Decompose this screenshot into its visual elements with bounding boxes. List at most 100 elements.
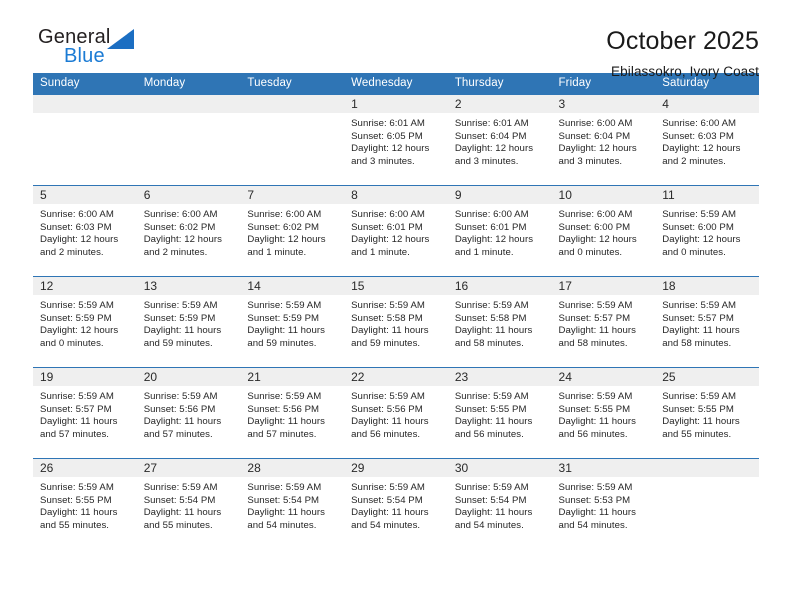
- sunrise-text: Sunrise: 6:00 AM: [247, 209, 322, 220]
- day-number: 3: [551, 95, 656, 113]
- daylight-text: Daylight: 12 hours and 2 minutes.: [40, 234, 119, 258]
- calendar-day-cell[interactable]: 8 Sunrise: 6:00 AM Sunset: 6:01 PM Daylight…: [344, 185, 448, 277]
- sunrise-text: Sunrise: 6:00 AM: [143, 209, 218, 220]
- daylight-text: Daylight: 11 hours and 59 minutes.: [351, 325, 429, 349]
- day-number: 23: [447, 368, 552, 386]
- day-details: Sunrise: 6:00 AM Sunset: 6:00 PM Daylight:…: [552, 204, 656, 259]
- sunset-text: Sunset: 5:59 PM: [40, 312, 112, 324]
- sunset-text: Sunset: 5:58 PM: [454, 312, 527, 324]
- calendar-day-cell[interactable]: 20 Sunrise: 5:59 AM Sunset: 5:56 PM Dayligh…: [136, 367, 241, 459]
- daylight-text: Daylight: 12 hours and 1 minute.: [351, 234, 430, 258]
- calendar-day-cell[interactable]: 14 Sunrise: 5:59 AM Sunset: 5:59 PM Dayligh…: [240, 276, 345, 368]
- calendar-week-row: 19 Sunrise: 5:59 AM Sunset: 5:57 PM Dayligh…: [33, 367, 759, 459]
- sunrise-text: Sunrise: 5:59 AM: [351, 300, 425, 311]
- calendar-day-cell[interactable]: 7 Sunrise: 6:00 AM Sunset: 6:02 PM Daylight…: [240, 185, 345, 277]
- calendar-day-cell[interactable]: 31 Sunrise: 5:59 AM Sunset: 5:53 PM Dayligh…: [551, 458, 656, 549]
- day-number: 1: [344, 95, 448, 113]
- calendar-day-cell[interactable]: 12 Sunrise: 5:59 AM Sunset: 5:59 PM Dayligh…: [33, 276, 137, 368]
- sunrise-text: Sunrise: 6:00 AM: [351, 209, 425, 220]
- calendar-day-cell[interactable]: 18 Sunrise: 5:59 AM Sunset: 5:57 PM Dayligh…: [655, 276, 759, 368]
- sunset-text: Sunset: 6:01 PM: [454, 221, 527, 233]
- calendar-day-cell[interactable]: 15 Sunrise: 5:59 AM Sunset: 5:58 PM Dayligh…: [344, 276, 448, 368]
- daylight-text: Daylight: 11 hours and 56 minutes.: [351, 416, 429, 440]
- calendar-day-cell[interactable]: 28 Sunrise: 5:59 AM Sunset: 5:54 PM Dayligh…: [240, 458, 345, 549]
- day-number: 11: [655, 186, 759, 204]
- day-details: Sunrise: 5:59 AM Sunset: 5:55 PM Daylight:…: [33, 477, 137, 532]
- calendar-day-cell[interactable]: 30 Sunrise: 5:59 AM Sunset: 5:54 PM Dayligh…: [447, 458, 552, 549]
- page-header: General Blue October 2025 Ebilassokro, I…: [33, 0, 759, 79]
- sunset-text: Sunset: 6:05 PM: [351, 130, 423, 142]
- calendar-day-cell[interactable]: 24 Sunrise: 5:59 AM Sunset: 5:55 PM Dayligh…: [551, 367, 656, 459]
- daylight-text: Daylight: 11 hours and 58 minutes.: [662, 325, 740, 349]
- calendar-day-cell[interactable]: 10 Sunrise: 6:00 AM Sunset: 6:00 PM Dayligh…: [551, 185, 656, 277]
- calendar-cell-empty: [136, 94, 241, 186]
- calendar-day-cell[interactable]: 6 Sunrise: 6:00 AM Sunset: 6:02 PM Daylight…: [136, 185, 241, 277]
- sunrise-text: Sunrise: 5:59 AM: [351, 482, 425, 493]
- day-details: Sunrise: 5:59 AM Sunset: 5:55 PM Daylight:…: [448, 386, 552, 441]
- general-blue-logo[interactable]: General Blue: [33, 26, 153, 72]
- calendar-day-cell[interactable]: 22 Sunrise: 5:59 AM Sunset: 5:56 PM Dayligh…: [344, 367, 448, 459]
- day-details: Sunrise: 5:59 AM Sunset: 5:59 PM Daylight:…: [33, 295, 137, 350]
- day-details: Sunrise: 5:59 AM Sunset: 6:00 PM Daylight:…: [655, 204, 759, 259]
- day-details: Sunrise: 5:59 AM Sunset: 5:58 PM Daylight:…: [344, 295, 448, 350]
- sunset-text: Sunset: 6:01 PM: [351, 221, 423, 233]
- calendar-day-cell[interactable]: 19 Sunrise: 5:59 AM Sunset: 5:57 PM Dayligh…: [33, 367, 137, 459]
- sunrise-text: Sunrise: 5:59 AM: [558, 482, 633, 493]
- weekday-header-wednesday: Wednesday: [344, 73, 448, 95]
- daylight-text: Daylight: 12 hours and 1 minute.: [454, 234, 534, 258]
- calendar-day-cell[interactable]: 4 Sunrise: 6:00 AM Sunset: 6:03 PM Daylight…: [655, 94, 759, 186]
- day-details: Sunrise: 6:00 AM Sunset: 6:03 PM Daylight:…: [655, 113, 759, 168]
- calendar-day-cell[interactable]: 25 Sunrise: 5:59 AM Sunset: 5:55 PM Dayligh…: [655, 367, 759, 459]
- calendar-week-row: 12 Sunrise: 5:59 AM Sunset: 5:59 PM Dayligh…: [33, 276, 759, 368]
- calendar-day-cell[interactable]: 1 Sunrise: 6:01 AM Sunset: 6:05 PM Daylight…: [344, 94, 448, 186]
- sunrise-text: Sunrise: 5:59 AM: [143, 482, 218, 493]
- day-number: 29: [344, 459, 448, 477]
- sunrise-text: Sunrise: 6:00 AM: [662, 118, 737, 129]
- daylight-text: Daylight: 11 hours and 57 minutes.: [143, 416, 222, 440]
- calendar-day-cell[interactable]: 13 Sunrise: 5:59 AM Sunset: 5:59 PM Dayligh…: [136, 276, 241, 368]
- day-number: 6: [136, 186, 241, 204]
- day-number: 13: [136, 277, 241, 295]
- sunset-text: Sunset: 5:54 PM: [247, 494, 320, 506]
- sunrise-text: Sunrise: 5:59 AM: [40, 391, 114, 402]
- sunset-text: Sunset: 5:55 PM: [558, 403, 631, 415]
- day-details: Sunrise: 5:59 AM Sunset: 5:54 PM Daylight:…: [448, 477, 552, 532]
- calendar-day-cell[interactable]: 27 Sunrise: 5:59 AM Sunset: 5:54 PM Dayligh…: [136, 458, 241, 549]
- sunrise-text: Sunrise: 6:00 AM: [558, 209, 633, 220]
- sunrise-text: Sunrise: 5:59 AM: [351, 391, 425, 402]
- day-details: Sunrise: 5:59 AM Sunset: 5:59 PM Daylight:…: [240, 295, 344, 350]
- calendar-day-cell[interactable]: 5 Sunrise: 6:00 AM Sunset: 6:03 PM Daylight…: [33, 185, 137, 277]
- calendar-day-cell[interactable]: 29 Sunrise: 5:59 AM Sunset: 5:54 PM Dayligh…: [344, 458, 448, 549]
- calendar-day-cell[interactable]: 2 Sunrise: 6:01 AM Sunset: 6:04 PM Daylight…: [447, 94, 552, 186]
- day-details: Sunrise: 5:59 AM Sunset: 5:59 PM Daylight:…: [137, 295, 241, 350]
- calendar-day-cell[interactable]: 23 Sunrise: 5:59 AM Sunset: 5:55 PM Dayligh…: [447, 367, 552, 459]
- sunrise-text: Sunrise: 5:59 AM: [662, 300, 737, 311]
- calendar-day-cell[interactable]: 9 Sunrise: 6:00 AM Sunset: 6:01 PM Daylight…: [447, 185, 552, 277]
- calendar-cell-empty: [655, 458, 759, 549]
- calendar-day-cell[interactable]: 17 Sunrise: 5:59 AM Sunset: 5:57 PM Dayligh…: [551, 276, 656, 368]
- daylight-text: Daylight: 11 hours and 58 minutes.: [454, 325, 533, 349]
- daylight-text: Daylight: 12 hours and 0 minutes.: [558, 234, 637, 258]
- sunset-text: Sunset: 5:54 PM: [454, 494, 527, 506]
- weekday-header-thursday: Thursday: [447, 73, 552, 95]
- calendar-week-row: 26 Sunrise: 5:59 AM Sunset: 5:55 PM Dayligh…: [33, 458, 759, 549]
- sunrise-text: Sunrise: 6:01 AM: [454, 118, 529, 129]
- sunrise-text: Sunrise: 5:59 AM: [247, 482, 322, 493]
- day-details: Sunrise: 6:01 AM Sunset: 6:04 PM Daylight:…: [448, 113, 552, 168]
- calendar-day-cell[interactable]: 26 Sunrise: 5:59 AM Sunset: 5:55 PM Dayligh…: [33, 458, 137, 549]
- calendar-page: General Blue October 2025 Ebilassokro, I…: [0, 0, 792, 612]
- calendar-day-cell[interactable]: 3 Sunrise: 6:00 AM Sunset: 6:04 PM Daylight…: [551, 94, 656, 186]
- day-number: 24: [551, 368, 656, 386]
- daylight-text: Daylight: 11 hours and 59 minutes.: [247, 325, 325, 349]
- page-title: October 2025: [606, 27, 759, 55]
- daylight-text: Daylight: 12 hours and 2 minutes.: [143, 234, 222, 258]
- calendar-day-cell[interactable]: 11 Sunrise: 5:59 AM Sunset: 6:00 PM Dayligh…: [655, 185, 759, 277]
- sunset-text: Sunset: 5:54 PM: [351, 494, 423, 506]
- sunrise-text: Sunrise: 5:59 AM: [247, 300, 322, 311]
- calendar-day-cell[interactable]: 21 Sunrise: 5:59 AM Sunset: 5:56 PM Dayligh…: [240, 367, 345, 459]
- sunrise-text: Sunrise: 5:59 AM: [143, 391, 218, 402]
- calendar-day-cell[interactable]: 16 Sunrise: 5:59 AM Sunset: 5:58 PM Dayligh…: [447, 276, 552, 368]
- calendar-cell-empty: [240, 94, 345, 186]
- daylight-text: Daylight: 11 hours and 55 minutes.: [40, 507, 118, 531]
- day-number: 12: [33, 277, 137, 295]
